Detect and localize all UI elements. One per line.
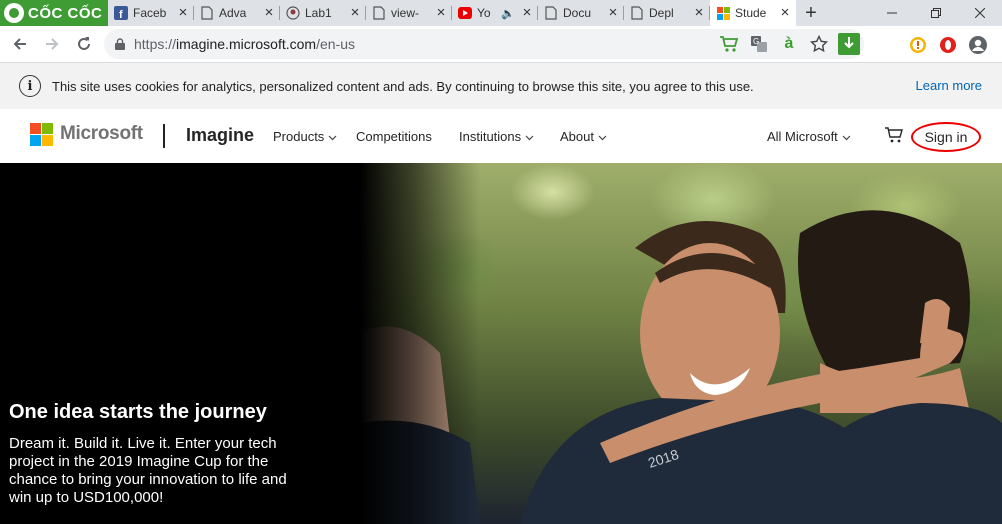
tab-facebook[interactable]: f Faceb × bbox=[108, 0, 194, 26]
svg-text:G: G bbox=[753, 37, 759, 46]
github-icon bbox=[286, 6, 300, 20]
header-divider bbox=[163, 124, 165, 148]
svg-text:f: f bbox=[119, 9, 123, 20]
new-tab-button[interactable]: + bbox=[796, 0, 826, 26]
nav-products[interactable]: Products bbox=[273, 129, 337, 144]
hero-banner: 2018 One idea starts the journey Dream i… bbox=[0, 163, 1002, 524]
hero-title: One idea starts the journey bbox=[9, 401, 267, 423]
nav-label: Institutions bbox=[459, 129, 522, 144]
coccoc-menu-button[interactable]: CỐC CỐC bbox=[0, 0, 108, 26]
chevron-down-icon bbox=[525, 133, 534, 143]
nav-institutions[interactable]: Institutions bbox=[459, 129, 534, 144]
tab-advanced[interactable]: Adva × bbox=[194, 0, 280, 26]
tab-deploy[interactable]: Depl × bbox=[624, 0, 710, 26]
tab-close-icon[interactable]: × bbox=[348, 5, 362, 20]
tab-title: Faceb bbox=[133, 6, 167, 20]
facebook-icon: f bbox=[114, 6, 128, 20]
tab-title: Lab1 bbox=[305, 6, 332, 20]
nav-label: Competitions bbox=[356, 129, 432, 144]
url-path: /en-us bbox=[316, 36, 355, 52]
coccoc-logo-icon bbox=[4, 3, 24, 23]
tab-close-icon[interactable]: × bbox=[606, 5, 620, 20]
site-header: Microsoft Imagine Products Competitions … bbox=[0, 109, 1002, 163]
nav-label: About bbox=[560, 129, 594, 144]
tab-title: Yo bbox=[477, 6, 491, 20]
page-icon bbox=[200, 6, 214, 20]
tab-title: Adva bbox=[219, 6, 247, 20]
info-icon: i bbox=[19, 75, 41, 97]
address-bar[interactable]: https://imagine.microsoft.com/en-us G à bbox=[104, 29, 864, 59]
forward-arrow-icon[interactable] bbox=[36, 28, 68, 60]
cookie-text: This site uses cookies for analytics, pe… bbox=[52, 78, 754, 94]
tab-close-icon[interactable]: × bbox=[520, 5, 534, 20]
restore-icon[interactable] bbox=[914, 0, 958, 26]
nav-competitions[interactable]: Competitions bbox=[356, 129, 432, 144]
learn-more-link[interactable]: Learn more bbox=[916, 78, 982, 93]
browser-brand: CỐC CỐC bbox=[28, 4, 103, 22]
tab-close-icon[interactable]: × bbox=[434, 5, 448, 20]
cart-icon[interactable] bbox=[884, 126, 904, 144]
opera-extension-icon[interactable] bbox=[938, 35, 958, 55]
extension-icons bbox=[908, 26, 1002, 63]
vietnamese-input-icon[interactable]: à bbox=[778, 33, 800, 55]
page-icon bbox=[544, 6, 558, 20]
microsoft-icon bbox=[716, 6, 730, 20]
lock-icon bbox=[115, 38, 125, 50]
url-host: imagine.microsoft.com bbox=[176, 36, 317, 52]
chevron-down-icon bbox=[328, 133, 337, 143]
chevron-down-icon bbox=[842, 133, 851, 143]
all-microsoft-menu[interactable]: All Microsoft bbox=[767, 129, 851, 144]
microsoft-logo-icon[interactable] bbox=[30, 123, 53, 146]
youtube-icon bbox=[458, 6, 472, 20]
tab-youtube[interactable]: Yo 🔈 × bbox=[452, 0, 538, 26]
shopping-cart-icon[interactable] bbox=[718, 33, 740, 55]
url-scheme: https:// bbox=[134, 36, 177, 52]
sign-in-highlight-ellipse: Sign in bbox=[911, 122, 981, 152]
url-text: https://imagine.microsoft.com/en-us bbox=[134, 36, 718, 52]
warning-extension-icon[interactable] bbox=[908, 35, 928, 55]
tab-close-icon[interactable]: × bbox=[692, 5, 706, 20]
hero-body-text: Dream it. Build it. Live it. Enter your … bbox=[9, 435, 287, 506]
tab-document[interactable]: Docu × bbox=[538, 0, 624, 26]
tab-view[interactable]: view- × bbox=[366, 0, 452, 26]
chevron-down-icon bbox=[598, 133, 607, 143]
browser-tab-strip: CỐC CỐC f Faceb × Adva × Lab1 × view- × … bbox=[0, 0, 1002, 26]
tab-student-active[interactable]: Stude × bbox=[710, 0, 796, 26]
tab-title: Docu bbox=[563, 6, 592, 20]
reload-icon[interactable] bbox=[68, 28, 100, 60]
bookmark-star-icon[interactable] bbox=[808, 33, 830, 55]
cookie-banner: i This site uses cookies for analytics, … bbox=[0, 63, 1002, 109]
download-icon[interactable] bbox=[838, 33, 860, 55]
tab-close-icon[interactable]: × bbox=[778, 5, 792, 20]
page-icon bbox=[630, 6, 644, 20]
tab-close-icon[interactable]: × bbox=[262, 5, 276, 20]
tab-lab1[interactable]: Lab1 × bbox=[280, 0, 366, 26]
nav-about[interactable]: About bbox=[560, 129, 607, 144]
window-controls bbox=[870, 0, 1002, 26]
browser-toolbar: https://imagine.microsoft.com/en-us G à bbox=[0, 26, 1002, 63]
page-icon bbox=[372, 6, 386, 20]
close-window-icon[interactable] bbox=[958, 0, 1002, 26]
translate-icon[interactable]: G bbox=[748, 33, 770, 55]
all-microsoft-label: All Microsoft bbox=[767, 129, 838, 144]
back-arrow-icon[interactable] bbox=[4, 28, 36, 60]
sign-in-link[interactable]: Sign in bbox=[925, 129, 968, 145]
tab-title: view- bbox=[391, 6, 420, 20]
microsoft-wordmark[interactable]: Microsoft bbox=[60, 123, 143, 145]
tab-close-icon[interactable]: × bbox=[176, 5, 190, 20]
omnibox-icons: G à bbox=[718, 33, 864, 55]
imagine-home-link[interactable]: Imagine bbox=[186, 125, 254, 146]
account-avatar-icon[interactable] bbox=[968, 35, 988, 55]
tab-title: Stude bbox=[735, 6, 767, 20]
speaker-icon[interactable]: 🔈 bbox=[501, 7, 515, 20]
hero-fade-overlay bbox=[360, 163, 480, 524]
minimize-icon[interactable] bbox=[870, 0, 914, 26]
nav-label: Products bbox=[273, 129, 325, 144]
tab-title: Depl bbox=[649, 6, 674, 20]
